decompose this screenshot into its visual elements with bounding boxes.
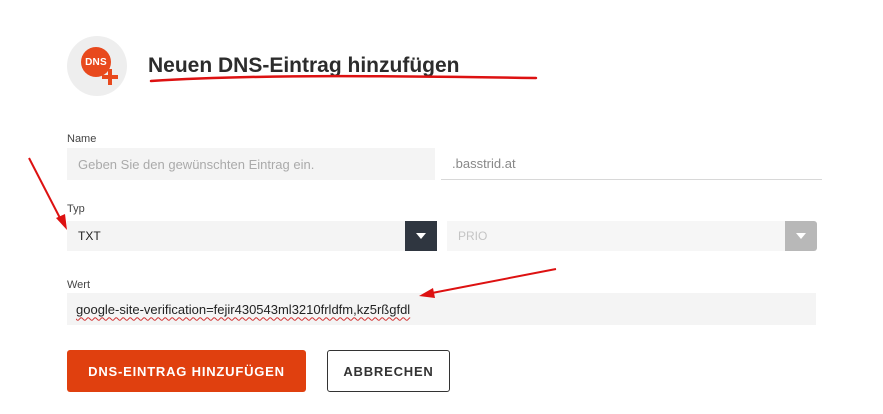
name-input-placeholder: Geben Sie den gewünschten Eintrag ein. — [78, 156, 315, 172]
value-label: Wert — [67, 279, 91, 291]
name-input[interactable]: Geben Sie den gewünschten Eintrag ein. — [67, 148, 435, 180]
dns-badge-text: DNS — [85, 56, 107, 68]
name-label: Name — [67, 133, 97, 145]
domain-suffix-text: .basstrid.at — [452, 156, 516, 171]
type-select-toggle[interactable] — [405, 221, 437, 251]
prio-select-toggle[interactable] — [785, 221, 817, 251]
chevron-down-icon — [796, 233, 806, 239]
domain-suffix: .basstrid.at — [441, 148, 822, 180]
plus-icon — [102, 69, 118, 85]
cancel-button[interactable]: ABBRECHEN — [327, 350, 450, 392]
page-title: Neuen DNS-Eintrag hinzufügen — [148, 54, 460, 77]
add-dns-entry-button-label: DNS-EINTRAG HINZUFÜGEN — [88, 363, 285, 379]
type-select-value: TXT — [78, 229, 101, 243]
arrow-annotation-type — [28, 157, 67, 230]
chevron-down-icon — [416, 233, 426, 239]
value-input[interactable]: google-site-verification=fejir430543ml32… — [67, 293, 816, 325]
type-select[interactable]: TXT — [67, 221, 406, 251]
add-dns-entry-button[interactable]: DNS-EINTRAG HINZUFÜGEN — [67, 350, 306, 392]
type-label: Typ — [67, 203, 85, 215]
value-input-text: google-site-verification=fejir430543ml32… — [76, 301, 411, 317]
prio-select-placeholder: PRIO — [458, 229, 488, 243]
cancel-button-label: ABBRECHEN — [343, 363, 434, 379]
prio-select[interactable]: PRIO — [447, 221, 786, 251]
